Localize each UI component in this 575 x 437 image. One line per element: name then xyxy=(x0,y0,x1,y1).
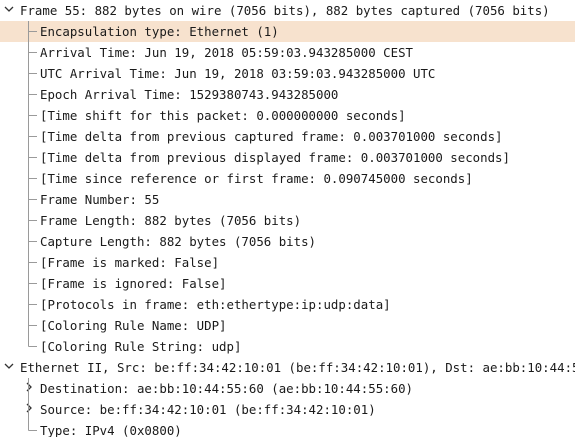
field-label: [Time shift for this packet: 0.000000000… xyxy=(40,108,406,123)
tree-item-destination[interactable]: Destination: ae:bb:10:44:55:60 (ae:bb:10… xyxy=(0,378,575,399)
field-label: Capture Length: 882 bytes (7056 bits) xyxy=(40,234,317,249)
tree-item-source[interactable]: Source: be:ff:34:42:10:01 (be:ff:34:42:1… xyxy=(0,399,575,420)
field-label: Source: be:ff:34:42:10:01 (be:ff:34:42:1… xyxy=(40,402,376,417)
field-label: Frame Number: 55 xyxy=(40,192,160,207)
packet-details-tree: Frame 55: 882 bytes on wire (7056 bits),… xyxy=(0,0,575,437)
field-label: Destination: ae:bb:10:44:55:60 (ae:bb:10… xyxy=(40,381,413,396)
tree-item-time-shift[interactable]: [Time shift for this packet: 0.000000000… xyxy=(0,105,575,126)
field-label: Frame Length: 882 bytes (7056 bits) xyxy=(40,213,302,228)
field-label: Epoch Arrival Time: 1529380743.943285000 xyxy=(40,87,339,102)
tree-item-time-delta-displayed[interactable]: [Time delta from previous displayed fram… xyxy=(0,147,575,168)
field-label: [Time since reference or first frame: 0.… xyxy=(40,171,473,186)
field-label: [Time delta from previous captured frame… xyxy=(40,129,503,144)
tree-item-time-since-reference[interactable]: [Time since reference or first frame: 0.… xyxy=(0,168,575,189)
field-label: UTC Arrival Time: Jun 19, 2018 03:59:03.… xyxy=(40,66,436,81)
tree-item-ethernet[interactable]: Ethernet II, Src: be:ff:34:42:10:01 (be:… xyxy=(0,357,575,378)
chevron-down-icon[interactable] xyxy=(3,360,15,372)
tree-item-capture-length[interactable]: Capture Length: 882 bytes (7056 bits) xyxy=(0,231,575,252)
chevron-right-icon[interactable] xyxy=(23,381,35,393)
tree-item-frame-length[interactable]: Frame Length: 882 bytes (7056 bits) xyxy=(0,210,575,231)
frame-header-label: Frame 55: 882 bytes on wire (7056 bits),… xyxy=(20,3,550,18)
field-label: [Frame is marked: False] xyxy=(40,255,220,270)
tree-item-encapsulation-type[interactable]: Encapsulation type: Ethernet (1) xyxy=(0,21,575,42)
field-label: [Protocols in frame: eth:ethertype:ip:ud… xyxy=(40,297,391,312)
ethernet-header-label: Ethernet II, Src: be:ff:34:42:10:01 (be:… xyxy=(20,360,575,375)
tree-item-arrival-time[interactable]: Arrival Time: Jun 19, 2018 05:59:03.9432… xyxy=(0,42,575,63)
field-label: Encapsulation type: Ethernet (1) xyxy=(40,24,279,39)
tree-item-coloring-rule-name[interactable]: [Coloring Rule Name: UDP] xyxy=(0,315,575,336)
tree-item-time-delta-captured[interactable]: [Time delta from previous captured frame… xyxy=(0,126,575,147)
chevron-down-icon[interactable] xyxy=(3,3,15,15)
field-label: Arrival Time: Jun 19, 2018 05:59:03.9432… xyxy=(40,45,413,60)
field-label: [Frame is ignored: False] xyxy=(40,276,227,291)
field-label: [Coloring Rule Name: UDP] xyxy=(40,318,227,333)
tree-item-frame-number[interactable]: Frame Number: 55 xyxy=(0,189,575,210)
tree-item-type[interactable]: Type: IPv4 (0x0800) xyxy=(0,420,575,437)
tree-item-coloring-rule-string[interactable]: [Coloring Rule String: udp] xyxy=(0,336,575,357)
field-label: [Time delta from previous displayed fram… xyxy=(40,150,510,165)
field-label: Type: IPv4 (0x0800) xyxy=(40,423,182,437)
tree-item-protocols-in-frame[interactable]: [Protocols in frame: eth:ethertype:ip:ud… xyxy=(0,294,575,315)
tree-item-utc-arrival-time[interactable]: UTC Arrival Time: Jun 19, 2018 03:59:03.… xyxy=(0,63,575,84)
chevron-right-icon[interactable] xyxy=(23,402,35,414)
field-label: [Coloring Rule String: udp] xyxy=(40,339,242,354)
tree-item-frame-is-ignored[interactable]: [Frame is ignored: False] xyxy=(0,273,575,294)
tree-item-frame-is-marked[interactable]: [Frame is marked: False] xyxy=(0,252,575,273)
tree-item-epoch-arrival-time[interactable]: Epoch Arrival Time: 1529380743.943285000 xyxy=(0,84,575,105)
tree-item-frame[interactable]: Frame 55: 882 bytes on wire (7056 bits),… xyxy=(0,0,575,21)
